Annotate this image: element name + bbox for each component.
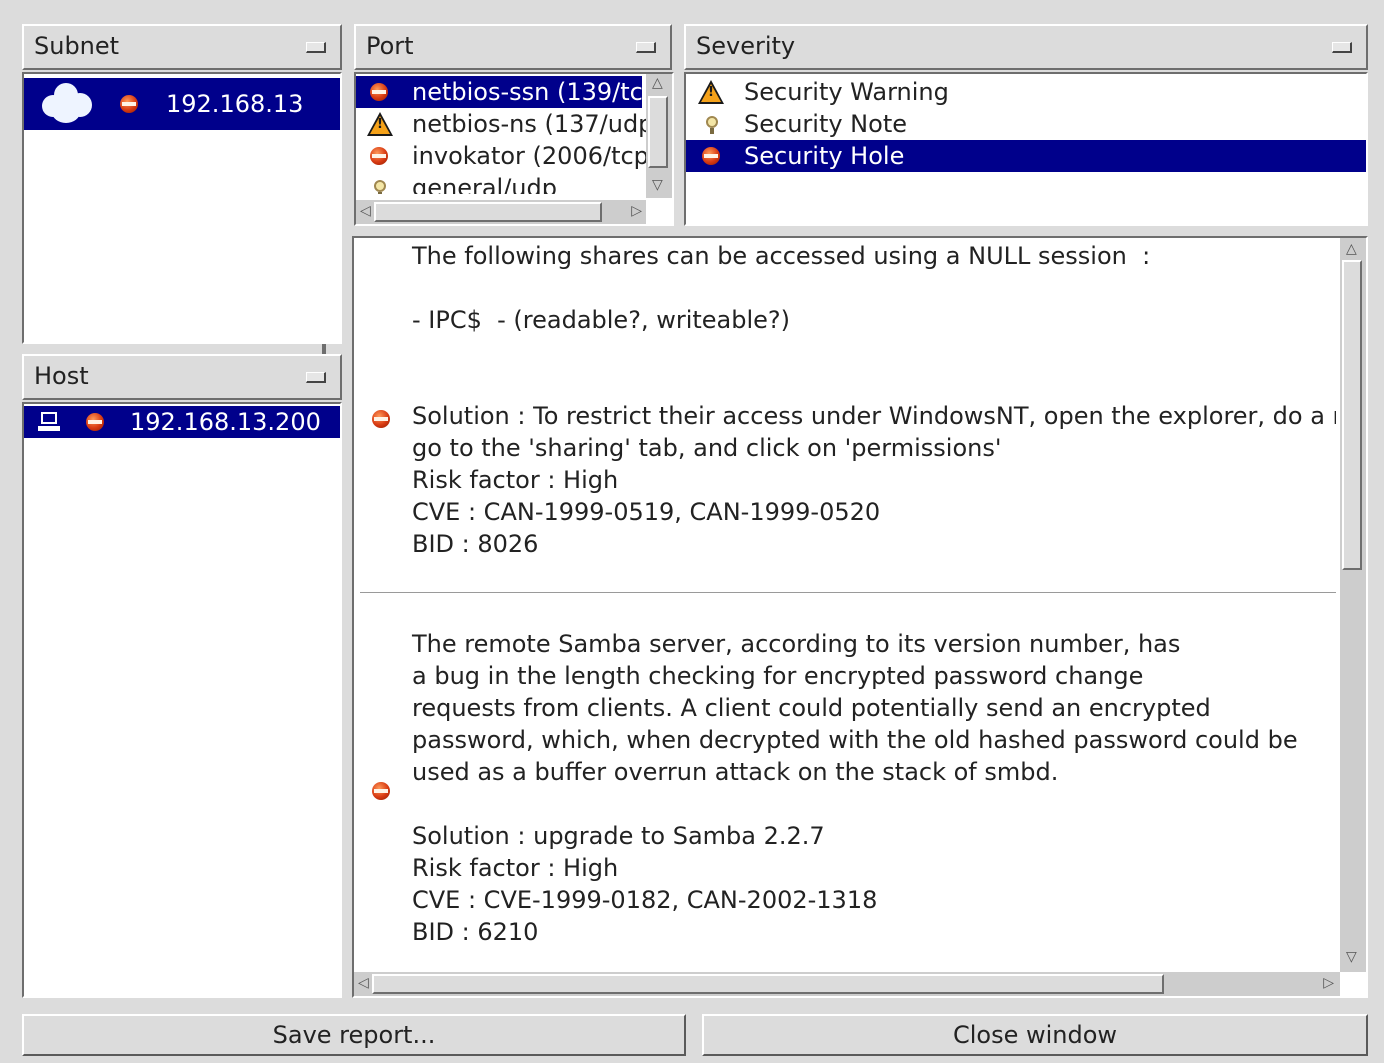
report-separator	[360, 592, 1336, 593]
report-text-null-session: The following shares can be accessed usi…	[412, 242, 1151, 334]
cloud-icon	[36, 81, 96, 127]
computer-icon	[38, 412, 60, 432]
security-note-icon	[374, 180, 386, 194]
host-header[interactable]: Host	[22, 354, 342, 400]
security-hole-icon	[372, 782, 390, 800]
port-header[interactable]: Port	[354, 24, 672, 70]
host-header-button[interactable]	[306, 372, 326, 383]
security-hole-icon	[370, 147, 388, 165]
security-hole-icon	[702, 147, 720, 165]
severity-label: Security Note	[744, 110, 907, 138]
port-label: netbios-ssn (139/tcp)	[412, 78, 668, 106]
subnet-header-button[interactable]	[306, 42, 326, 53]
subnet-label: 192.168.13	[166, 90, 304, 118]
severity-list-item[interactable]: Security Warning	[686, 76, 1366, 108]
port-label: general/udp	[412, 174, 557, 194]
host-header-label: Host	[34, 362, 89, 390]
host-list[interactable]: 192.168.13.200	[22, 402, 342, 998]
report-text-solution-shares: Solution : To restrict their access unde…	[412, 402, 1336, 558]
severity-header-label: Severity	[696, 32, 796, 60]
host-list-item[interactable]: 192.168.13.200	[24, 406, 340, 438]
scroll-up-arrow-icon[interactable]: △	[1346, 242, 1357, 256]
port-horizontal-scrollbar[interactable]: ◁ ▷	[356, 200, 646, 224]
port-vertical-scroll-thumb[interactable]	[648, 96, 668, 168]
security-note-icon	[706, 116, 718, 134]
close-window-button[interactable]: Close window	[702, 1014, 1368, 1056]
port-label: netbios-ns (137/udp)	[412, 110, 663, 138]
port-list-item[interactable]: netbios-ssn (139/tcp)	[356, 76, 667, 108]
save-report-button[interactable]: Save report...	[22, 1014, 686, 1056]
scroll-down-arrow-icon[interactable]: ▽	[1346, 950, 1357, 964]
splitter-handle[interactable]	[322, 344, 326, 354]
subnet-header[interactable]: Subnet	[22, 24, 342, 70]
port-horizontal-scroll-thumb[interactable]	[374, 202, 602, 222]
port-vertical-scrollbar[interactable]: △ ▽	[646, 74, 672, 198]
severity-list[interactable]: Security Warning Security Note Security …	[684, 72, 1368, 226]
warning-icon	[698, 80, 724, 104]
severity-header[interactable]: Severity	[684, 24, 1368, 70]
scroll-up-arrow-icon[interactable]: △	[652, 76, 663, 90]
port-header-button[interactable]	[636, 42, 656, 53]
scroll-left-arrow-icon[interactable]: ◁	[360, 204, 371, 218]
severity-list-item[interactable]: Security Note	[686, 108, 1366, 140]
severity-label: Security Hole	[744, 142, 905, 170]
subnet-header-label: Subnet	[34, 32, 120, 60]
security-hole-icon	[120, 95, 138, 113]
scroll-right-arrow-icon[interactable]: ▷	[631, 204, 642, 218]
port-label: invokator (2006/tcp)	[412, 142, 659, 170]
scroll-down-arrow-icon[interactable]: ▽	[652, 178, 663, 192]
security-hole-icon	[372, 410, 390, 428]
port-list[interactable]: netbios-ssn (139/tcp) netbios-ns (137/ud…	[354, 72, 674, 226]
security-hole-icon	[370, 83, 388, 101]
subnet-list-item[interactable]: 192.168.13	[24, 78, 340, 130]
report-text-samba: The remote Samba server, according to it…	[412, 630, 1298, 946]
host-label: 192.168.13.200	[130, 408, 321, 436]
port-list-item[interactable]: invokator (2006/tcp)	[356, 140, 658, 172]
port-list-item[interactable]: general/udp	[356, 172, 642, 194]
port-header-label: Port	[366, 32, 414, 60]
report-horizontal-scrollbar[interactable]: ◁ ▷	[354, 972, 1340, 996]
report-view[interactable]: The following shares can be accessed usi…	[352, 236, 1368, 998]
security-hole-icon	[86, 413, 104, 431]
severity-header-button[interactable]	[1332, 42, 1352, 53]
port-list-item[interactable]: netbios-ns (137/udp)	[356, 108, 663, 140]
severity-label: Security Warning	[744, 78, 949, 106]
warning-icon	[367, 112, 393, 136]
scroll-right-arrow-icon[interactable]: ▷	[1323, 976, 1334, 990]
report-horizontal-scroll-thumb[interactable]	[372, 974, 1164, 994]
report-vertical-scroll-thumb[interactable]	[1342, 260, 1362, 570]
scroll-left-arrow-icon[interactable]: ◁	[358, 976, 369, 990]
severity-list-item[interactable]: Security Hole	[686, 140, 1366, 172]
subnet-list[interactable]: 192.168.13	[22, 72, 342, 344]
report-vertical-scrollbar[interactable]: △ ▽	[1340, 238, 1366, 972]
